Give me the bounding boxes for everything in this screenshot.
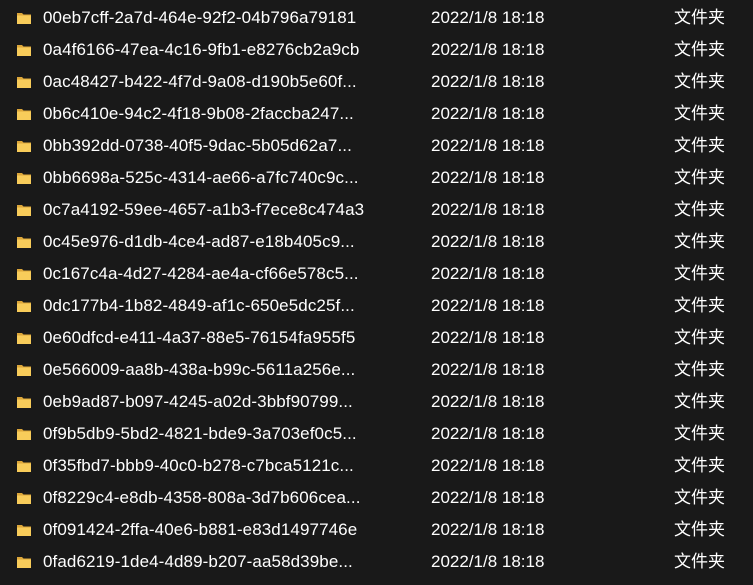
file-row[interactable]: 0a4f6166-47ea-4c16-9fb1-e8276cb2a9cb 202… xyxy=(0,34,753,66)
folder-icon xyxy=(16,42,32,58)
modified-date: 2022/1/8 18:18 xyxy=(431,232,545,251)
folder-icon xyxy=(16,234,32,250)
folder-icon xyxy=(16,330,32,346)
folder-icon xyxy=(16,266,32,282)
file-row[interactable]: 0fad6219-1de4-4d89-b207-aa58d39be... 202… xyxy=(0,546,753,578)
file-row[interactable]: 0ac48427-b422-4f7d-9a08-d190b5e60f... 20… xyxy=(0,66,753,98)
file-type: 文件夹 xyxy=(674,488,725,508)
modified-date: 2022/1/8 18:18 xyxy=(431,328,545,347)
file-name: 0dc177b4-1b82-4849-af1c-650e5dc25f... xyxy=(43,296,355,315)
file-row[interactable]: 0c45e976-d1db-4ce4-ad87-e18b405c9... 202… xyxy=(0,226,753,258)
file-name: 0f091424-2ffa-40e6-b881-e83d1497746e xyxy=(43,520,358,539)
file-name: 0b6c410e-94c2-4f18-9b08-2faccba247... xyxy=(43,104,354,123)
folder-icon xyxy=(16,170,32,186)
file-name: 0bb392dd-0738-40f5-9dac-5b05d62a7... xyxy=(43,136,352,155)
folder-icon xyxy=(16,138,32,154)
file-type: 文件夹 xyxy=(674,264,725,284)
file-row[interactable]: 00eb7cff-2a7d-464e-92f2-04b796a79181 202… xyxy=(0,2,753,34)
modified-date: 2022/1/8 18:18 xyxy=(431,104,545,123)
file-row[interactable]: 0eb9ad87-b097-4245-a02d-3bbf90799... 202… xyxy=(0,386,753,418)
file-type: 文件夹 xyxy=(674,296,725,316)
modified-date: 2022/1/8 18:18 xyxy=(431,168,545,187)
file-row[interactable]: 0f8229c4-e8db-4358-808a-3d7b606cea... 20… xyxy=(0,482,753,514)
modified-date: 2022/1/8 18:18 xyxy=(431,392,545,411)
file-type: 文件夹 xyxy=(674,72,725,92)
modified-date: 2022/1/8 18:18 xyxy=(431,520,545,539)
file-type: 文件夹 xyxy=(674,136,725,156)
modified-date: 2022/1/8 18:18 xyxy=(431,488,545,507)
file-name: 0e60dfcd-e411-4a37-88e5-76154fa955f5 xyxy=(43,328,356,347)
file-list: 00eb7cff-2a7d-464e-92f2-04b796a79181 202… xyxy=(0,2,753,585)
file-type: 文件夹 xyxy=(674,360,725,380)
file-row[interactable]: 0f35fbd7-bbb9-40c0-b278-c7bca5121c... 20… xyxy=(0,450,753,482)
modified-date: 2022/1/8 18:18 xyxy=(431,264,545,283)
file-row[interactable]: 0c167c4a-4d27-4284-ae4a-cf66e578c5... 20… xyxy=(0,258,753,290)
modified-date: 2022/1/8 18:18 xyxy=(431,8,545,27)
file-row[interactable]: 0b6c410e-94c2-4f18-9b08-2faccba247... 20… xyxy=(0,98,753,130)
file-name: 0a4f6166-47ea-4c16-9fb1-e8276cb2a9cb xyxy=(43,40,360,59)
file-type: 文件夹 xyxy=(674,200,725,220)
folder-icon xyxy=(16,106,32,122)
folder-icon xyxy=(16,74,32,90)
file-type: 文件夹 xyxy=(674,232,725,252)
folder-icon xyxy=(16,426,32,442)
file-name: 00eb7cff-2a7d-464e-92f2-04b796a79181 xyxy=(43,8,357,27)
file-type: 文件夹 xyxy=(674,520,725,540)
file-type: 文件夹 xyxy=(674,424,725,444)
file-row[interactable]: 0bb392dd-0738-40f5-9dac-5b05d62a7... 202… xyxy=(0,130,753,162)
file-type: 文件夹 xyxy=(674,552,725,572)
file-name: 0f9b5db9-5bd2-4821-bde9-3a703ef0c5... xyxy=(43,424,357,443)
folder-icon xyxy=(16,298,32,314)
file-type: 文件夹 xyxy=(674,168,725,188)
modified-date: 2022/1/8 18:18 xyxy=(431,40,545,59)
file-type: 文件夹 xyxy=(674,8,725,28)
folder-icon xyxy=(16,394,32,410)
file-row[interactable]: 0c7a4192-59ee-4657-a1b3-f7ece8c474a3 202… xyxy=(0,194,753,226)
file-name: 0e566009-aa8b-438a-b99c-5611a256e... xyxy=(43,360,356,379)
folder-icon xyxy=(16,362,32,378)
file-row[interactable]: 0f9b5db9-5bd2-4821-bde9-3a703ef0c5... 20… xyxy=(0,418,753,450)
modified-date: 2022/1/8 18:18 xyxy=(431,200,545,219)
file-type: 文件夹 xyxy=(674,456,725,476)
folder-icon xyxy=(16,490,32,506)
folder-icon xyxy=(16,458,32,474)
modified-date: 2022/1/8 18:18 xyxy=(431,456,545,475)
file-name: 0fad6219-1de4-4d89-b207-aa58d39be... xyxy=(43,552,353,571)
file-name: 0c45e976-d1db-4ce4-ad87-e18b405c9... xyxy=(43,232,355,251)
file-type: 文件夹 xyxy=(674,328,725,348)
file-name: 0bb6698a-525c-4314-ae66-a7fc740c9c... xyxy=(43,168,359,187)
file-name: 0f8229c4-e8db-4358-808a-3d7b606cea... xyxy=(43,488,361,507)
file-type: 文件夹 xyxy=(674,104,725,124)
file-row[interactable]: 0f091424-2ffa-40e6-b881-e83d1497746e 202… xyxy=(0,514,753,546)
file-name: 0c7a4192-59ee-4657-a1b3-f7ece8c474a3 xyxy=(43,200,365,219)
file-name: 0eb9ad87-b097-4245-a02d-3bbf90799... xyxy=(43,392,353,411)
file-name: 0f35fbd7-bbb9-40c0-b278-c7bca5121c... xyxy=(43,456,354,475)
modified-date: 2022/1/8 18:18 xyxy=(431,136,545,155)
modified-date: 2022/1/8 18:18 xyxy=(431,72,545,91)
file-row[interactable]: 0bb6698a-525c-4314-ae66-a7fc740c9c... 20… xyxy=(0,162,753,194)
file-name: 0ac48427-b422-4f7d-9a08-d190b5e60f... xyxy=(43,72,357,91)
file-name: 0c167c4a-4d27-4284-ae4a-cf66e578c5... xyxy=(43,264,359,283)
modified-date: 2022/1/8 18:18 xyxy=(431,296,545,315)
folder-icon xyxy=(16,554,32,570)
modified-date: 2022/1/8 18:18 xyxy=(431,552,545,571)
file-type: 文件夹 xyxy=(674,392,725,412)
file-row[interactable]: 0e566009-aa8b-438a-b99c-5611a256e... 202… xyxy=(0,354,753,386)
folder-icon xyxy=(16,202,32,218)
folder-icon xyxy=(16,522,32,538)
file-row[interactable]: 0dc177b4-1b82-4849-af1c-650e5dc25f... 20… xyxy=(0,290,753,322)
file-type: 文件夹 xyxy=(674,40,725,60)
file-row[interactable]: 0e60dfcd-e411-4a37-88e5-76154fa955f5 202… xyxy=(0,322,753,354)
folder-icon xyxy=(16,10,32,26)
modified-date: 2022/1/8 18:18 xyxy=(431,424,545,443)
modified-date: 2022/1/8 18:18 xyxy=(431,360,545,379)
